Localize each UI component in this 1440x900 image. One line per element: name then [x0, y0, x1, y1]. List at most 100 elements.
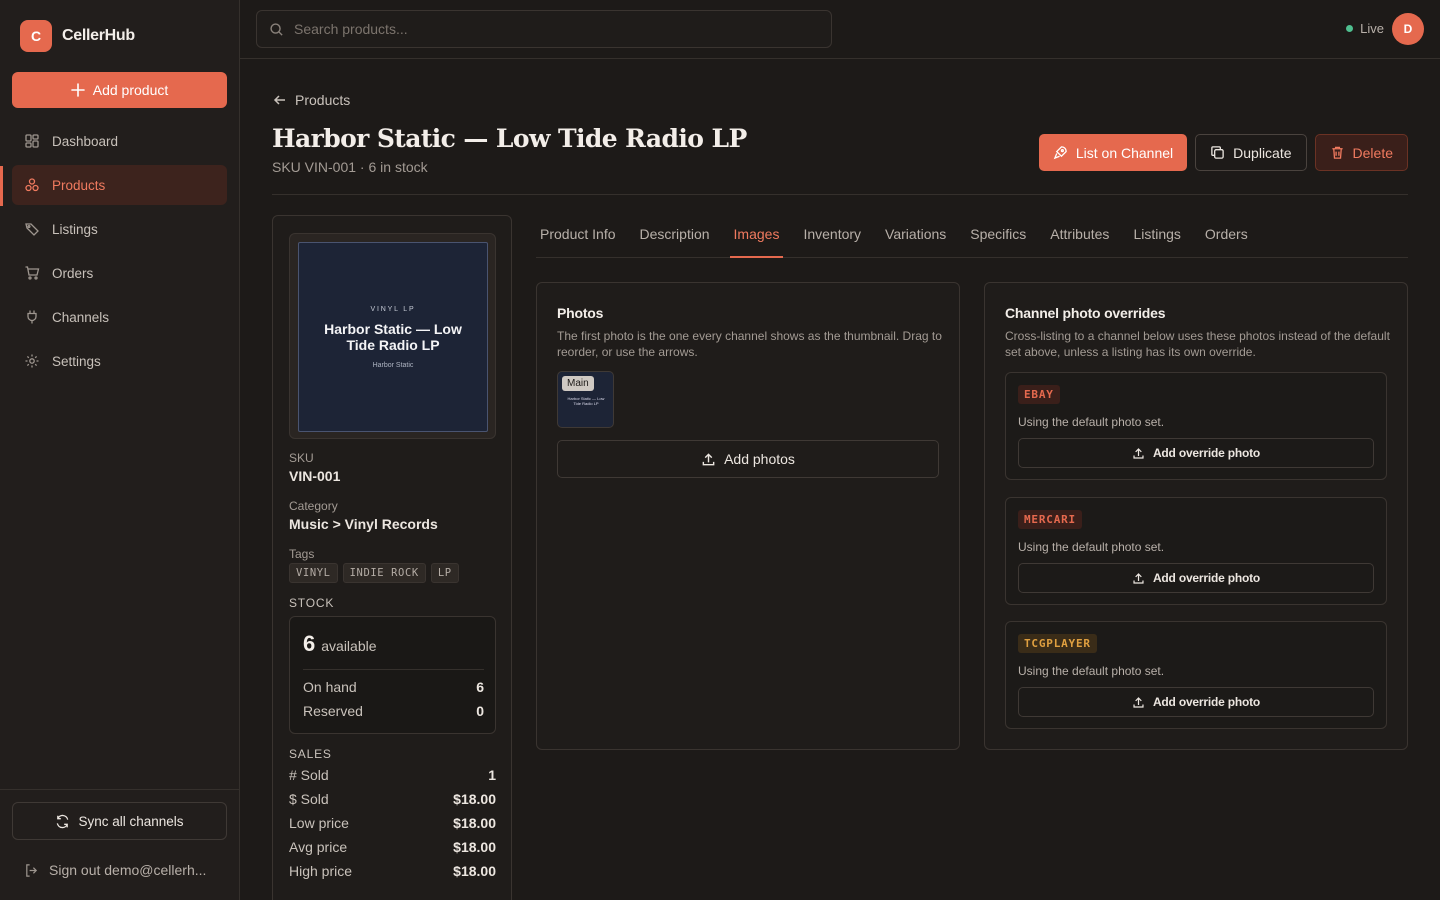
tab-product-info[interactable]: Product Info: [536, 218, 620, 258]
photos-title: Photos: [557, 305, 604, 321]
category-value: Music > Vinyl Records: [289, 516, 438, 532]
breadcrumb-label: Products: [295, 92, 351, 108]
brand[interactable]: C CellerHub: [20, 20, 135, 52]
tab-inventory[interactable]: Inventory: [799, 218, 865, 258]
upload-icon: [1133, 696, 1144, 708]
tab-description[interactable]: Description: [636, 218, 714, 258]
photos-desc-line: The first photo is the one every channel…: [557, 329, 942, 343]
stock-divider: [303, 669, 484, 670]
sales-row-value: 1: [488, 767, 496, 783]
search-icon: [270, 22, 283, 36]
album-cover-image[interactable]: VINYL LP Harbor Static — Low Tide Radio …: [298, 242, 488, 432]
page-subtitle: SKU VIN-001 · 6 in stock: [272, 159, 428, 175]
list-on-channel-button[interactable]: List on Channel: [1038, 134, 1188, 171]
tab-images[interactable]: Images: [729, 218, 784, 258]
tab-variations[interactable]: Variations: [881, 218, 950, 258]
channel-card-mercari: MERCARI Using the default photo set. Add…: [1005, 497, 1387, 605]
channel-badge: TCGPLAYER: [1018, 634, 1097, 653]
sidebar-item-orders[interactable]: Orders: [12, 253, 227, 293]
reserved-row: Reserved 0: [303, 703, 484, 719]
on-hand-row: On hand 6: [303, 679, 484, 695]
sales-row-label: High price: [289, 863, 353, 879]
search-box[interactable]: [256, 10, 832, 48]
add-photos-label: Add photos: [724, 451, 795, 467]
stock-available: 6 available: [303, 631, 377, 657]
sales-row-label: Low price: [289, 815, 349, 831]
sidebar: C CellerHub Add product Dashboard Produc…: [0, 0, 240, 900]
sales-row: High price $18.00: [289, 863, 496, 879]
delete-button[interactable]: Delete: [1314, 134, 1408, 171]
live-label: Live: [1360, 21, 1384, 36]
photos-panel: Photos The first photo is the one every …: [536, 282, 960, 750]
channel-badge: MERCARI: [1018, 510, 1082, 529]
channel-overrides-panel: Channel photo overrides Cross-listing to…: [984, 282, 1408, 750]
reserved-label: Reserved: [303, 703, 363, 719]
cart-icon: [25, 266, 40, 280]
tab-orders[interactable]: Orders: [1201, 218, 1252, 258]
channel-badge: EBAY: [1018, 385, 1060, 404]
thumbnail-caption: Harbor Static — Low Tide Radio LP: [567, 396, 605, 406]
add-override-photo-button[interactable]: Add override photo: [1018, 687, 1374, 717]
sales-row-value: $18.00: [453, 839, 496, 855]
live-status: Live: [1346, 21, 1384, 36]
photos-description: The first photo is the one every channel…: [557, 328, 942, 360]
add-product-button[interactable]: Add product: [12, 72, 227, 108]
sidebar-item-label: Channels: [52, 309, 110, 325]
add-override-label: Add override photo: [1152, 571, 1261, 585]
plus-icon: [70, 83, 85, 97]
sync-all-channels-button[interactable]: Sync all channels: [12, 802, 227, 840]
overrides-title: Channel photo overrides: [1005, 305, 1166, 321]
tag-chip: INDIE ROCK: [342, 563, 426, 583]
sales-row: Avg price $18.00: [289, 839, 496, 855]
sidebar-item-channels[interactable]: Channels: [12, 297, 227, 337]
stock-available-label: available: [321, 638, 377, 654]
channel-status: Using the default photo set.: [1018, 540, 1165, 554]
search-input[interactable]: [294, 21, 794, 37]
add-photos-button[interactable]: Add photos: [557, 440, 939, 478]
sidebar-item-listings[interactable]: Listings: [12, 209, 227, 249]
copy-icon: [1211, 146, 1224, 159]
add-override-photo-button[interactable]: Add override photo: [1018, 438, 1374, 468]
active-indicator: [0, 166, 3, 206]
sales-row-label: $ Sold: [289, 791, 329, 807]
photo-thumbnail[interactable]: Main Harbor Static — Low Tide Radio LP: [557, 371, 614, 428]
avatar[interactable]: D: [1392, 13, 1424, 45]
channel-status: Using the default photo set.: [1018, 415, 1165, 429]
on-hand-label: On hand: [303, 679, 357, 695]
channel-card-ebay: EBAY Using the default photo set. Add ov…: [1005, 372, 1387, 480]
on-hand-value: 6: [476, 679, 484, 695]
plug-icon: [27, 310, 37, 324]
topbar: Live D: [240, 0, 1440, 59]
list-on-channel-label: List on Channel: [1075, 144, 1174, 161]
sidebar-item-products[interactable]: Products: [12, 165, 227, 205]
tab-specifics[interactable]: Specifics: [966, 218, 1030, 258]
main-photo-badge: Main: [562, 376, 594, 391]
stock-available-count: 6: [303, 631, 316, 656]
rocket-icon: [1053, 146, 1067, 160]
sidebar-item-label: Products: [52, 177, 106, 193]
tags-label: Tags: [289, 547, 315, 561]
sidebar-item-dashboard[interactable]: Dashboard: [12, 121, 227, 161]
arrow-left-icon: [273, 95, 285, 105]
delete-label: Delete: [1352, 144, 1393, 161]
sidebar-item-label: Settings: [52, 353, 101, 369]
breadcrumb[interactable]: Products: [273, 92, 350, 108]
sidebar-item-settings[interactable]: Settings: [12, 341, 227, 381]
sidebar-nav: Dashboard Products Listings Orders Chann…: [12, 121, 227, 385]
add-override-label: Add override photo: [1152, 446, 1261, 460]
upload-icon: [1133, 447, 1144, 459]
add-override-photo-button[interactable]: Add override photo: [1018, 563, 1374, 593]
stock-label: STOCK: [289, 596, 335, 610]
duplicate-button[interactable]: Duplicate: [1195, 134, 1307, 171]
channel-card-tcgplayer: TCGPLAYER Using the default photo set. A…: [1005, 621, 1387, 729]
sign-out-link[interactable]: Sign out demo@cellerh...: [24, 862, 206, 878]
tab-listings[interactable]: Listings: [1129, 218, 1184, 258]
dashboard-icon: [25, 134, 39, 148]
overrides-description: Cross-listing to a channel below uses th…: [1005, 328, 1390, 360]
reserved-value: 0: [476, 703, 484, 719]
header-actions: List on Channel Duplicate Delete: [1038, 134, 1408, 171]
tab-attributes[interactable]: Attributes: [1046, 218, 1113, 258]
cover-title: Harbor Static — Low Tide Radio LP: [324, 320, 462, 353]
sales-row-label: Avg price: [289, 839, 348, 855]
sales-row-label: # Sold: [289, 767, 329, 783]
